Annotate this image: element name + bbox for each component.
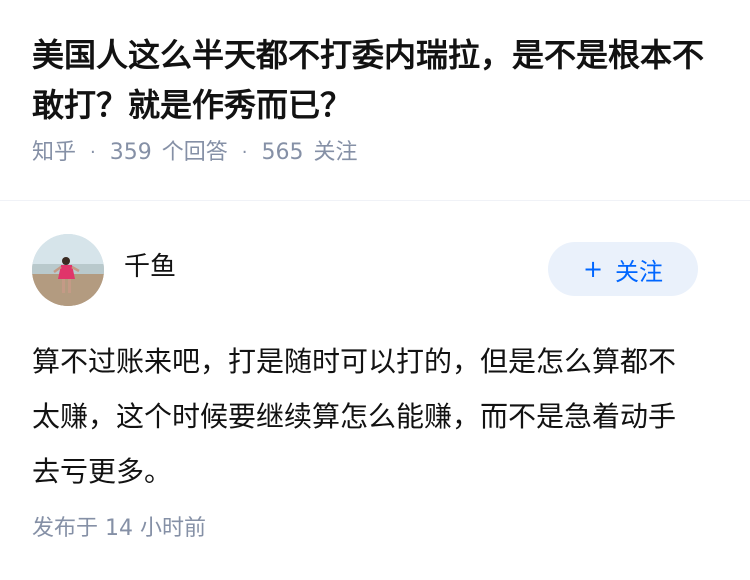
follow-button-label: 关注 bbox=[615, 257, 664, 286]
avatar[interactable] bbox=[32, 234, 104, 306]
answer-timestamp: 发布于 14 小时前 bbox=[32, 512, 206, 546]
meta-separator: · bbox=[241, 142, 248, 163]
answer-count-label[interactable]: 个回答 bbox=[162, 136, 228, 170]
published-time: 14 小时前 bbox=[105, 516, 207, 541]
question-header: 美国人这么半天都不打委内瑞拉，是不是根本不敢打？就是作秀而已？ 知乎 · 359… bbox=[32, 30, 722, 170]
follower-count: 565 bbox=[261, 140, 304, 165]
follower-count-label: 关注 bbox=[313, 140, 358, 165]
follow-button[interactable]: + 关注 bbox=[548, 242, 698, 296]
answer-content[interactable]: 算不过账来吧，打是随时可以打的，但是怎么算都不太赚，这个时候要继续算怎么能赚，而… bbox=[32, 334, 702, 499]
published-label: 发布于 bbox=[32, 516, 99, 541]
meta-separator: · bbox=[90, 142, 96, 163]
plus-icon: + bbox=[582, 255, 604, 283]
question-meta: 知乎 · 359 个回答 · 565 关注 bbox=[32, 136, 722, 170]
section-divider bbox=[0, 200, 750, 201]
author-row: 千鱼 + 关注 bbox=[32, 234, 718, 306]
source-label: 知乎 bbox=[32, 140, 77, 165]
author-name[interactable]: 千鱼 bbox=[124, 250, 176, 284]
question-title[interactable]: 美国人这么半天都不打委内瑞拉，是不是根本不敢打？就是作秀而已？ bbox=[32, 30, 722, 130]
avatar-image-icon bbox=[32, 234, 104, 306]
answer-count: 359 bbox=[109, 140, 152, 165]
answer-card: 千鱼 + 关注 算不过账来吧，打是随时可以打的，但是怎么算都不太赚，这个时候要继… bbox=[32, 234, 718, 499]
